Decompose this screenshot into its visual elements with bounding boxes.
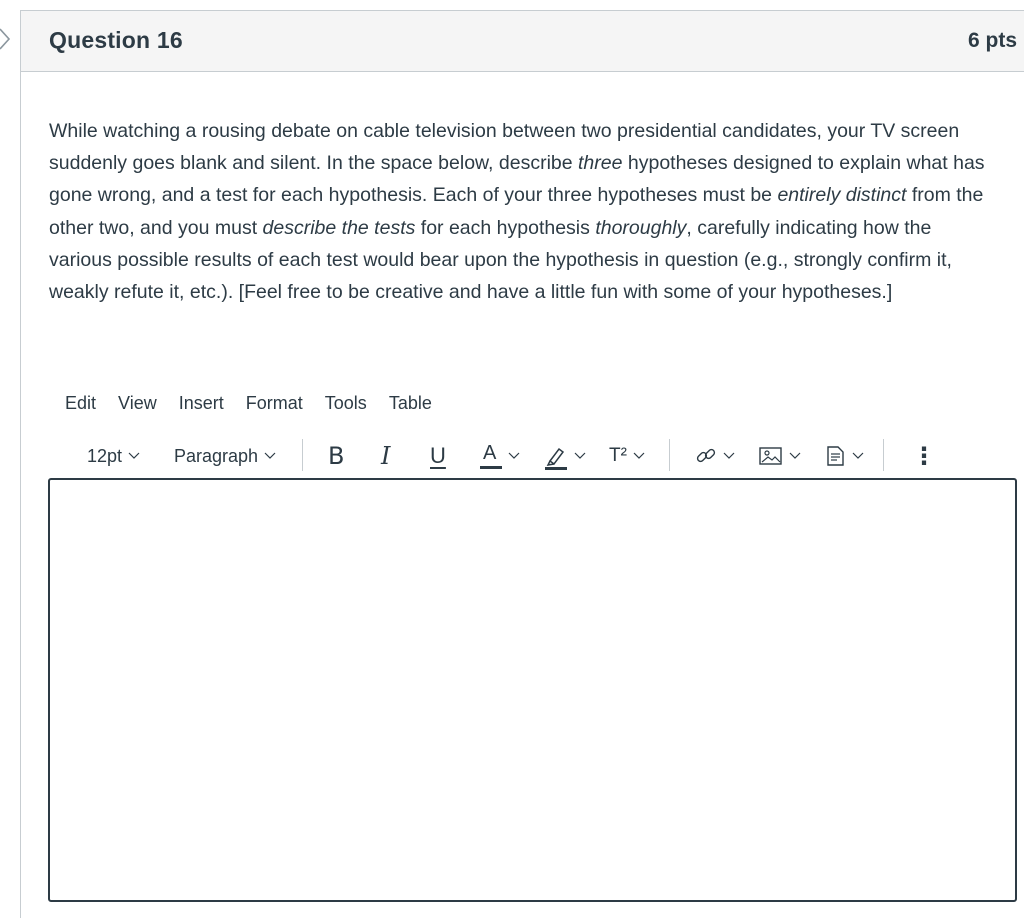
underline-icon: U	[430, 443, 446, 468]
menu-insert[interactable]: Insert	[179, 393, 224, 419]
toolbar-separator	[669, 439, 670, 471]
chevron-down-icon	[508, 452, 520, 459]
highlighter-icon	[545, 447, 567, 470]
chevron-down-icon	[264, 452, 276, 459]
chevron-down-icon	[633, 452, 645, 459]
image-dropdown[interactable]	[759, 437, 801, 475]
question-text-emphasis: thoroughly	[595, 216, 687, 239]
font-size-value: 12pt	[87, 445, 123, 466]
text-color-icon: A	[480, 441, 504, 471]
editor-toolbar: 12pt Paragraph B I U A T² ⋮	[69, 437, 969, 475]
menu-tools[interactable]: Tools	[325, 393, 367, 419]
text-color-glyph: A	[483, 442, 497, 464]
underline-button[interactable]: U	[430, 437, 446, 475]
bold-button[interactable]: B	[328, 437, 344, 475]
document-icon	[827, 446, 844, 466]
question-text-run: for each hypothesis	[415, 216, 596, 239]
document-dropdown[interactable]	[826, 437, 864, 475]
chevron-down-icon	[789, 452, 801, 459]
page: Question 16 6 pts While watching a rousi…	[0, 0, 1024, 918]
editor-menubar: Edit View Insert Format Tools Table	[65, 393, 454, 419]
text-color-bar	[480, 466, 502, 469]
link-dropdown[interactable]	[695, 437, 735, 475]
menu-view[interactable]: View	[118, 393, 157, 419]
italic-icon: I	[381, 442, 391, 470]
question-text-emphasis: entirely distinct	[777, 184, 907, 207]
question-header: Question 16 6 pts	[21, 11, 1024, 72]
more-button[interactable]: ⋮	[912, 437, 936, 475]
superscript-dropdown[interactable]: T²	[609, 437, 645, 475]
font-size-dropdown[interactable]: 12pt	[87, 437, 140, 475]
question-text: While watching a rousing debate on cable…	[49, 115, 999, 308]
chevron-down-icon	[723, 452, 735, 459]
highlight-color-dropdown[interactable]	[544, 437, 586, 475]
menu-table[interactable]: Table	[389, 393, 432, 419]
question-text-emphasis: three	[578, 152, 623, 175]
chevron-down-icon	[574, 452, 586, 459]
menu-edit[interactable]: Edit	[65, 393, 96, 419]
toolbar-separator	[883, 439, 884, 471]
text-color-dropdown[interactable]: A	[480, 437, 520, 475]
link-icon	[696, 448, 716, 463]
rich-text-editor-area[interactable]	[48, 478, 1017, 902]
editor-content[interactable]	[50, 480, 1015, 500]
menu-format[interactable]: Format	[246, 393, 303, 419]
italic-button[interactable]: I	[381, 437, 390, 475]
chevron-down-icon	[852, 452, 864, 459]
block-format-value: Paragraph	[174, 445, 259, 466]
block-format-dropdown[interactable]: Paragraph	[174, 437, 276, 475]
toolbar-separator	[302, 439, 303, 471]
question-title: Question 16	[49, 27, 183, 53]
question-points: 6 pts	[967, 29, 1017, 52]
bold-icon: B	[328, 442, 345, 470]
question-text-emphasis: describe the tests	[262, 216, 416, 239]
superscript-icon: T²	[609, 445, 627, 466]
chevron-down-icon	[128, 452, 140, 459]
more-vertical-icon: ⋮	[912, 442, 936, 470]
image-icon	[759, 447, 782, 465]
chevron-right-icon[interactable]	[0, 26, 12, 52]
